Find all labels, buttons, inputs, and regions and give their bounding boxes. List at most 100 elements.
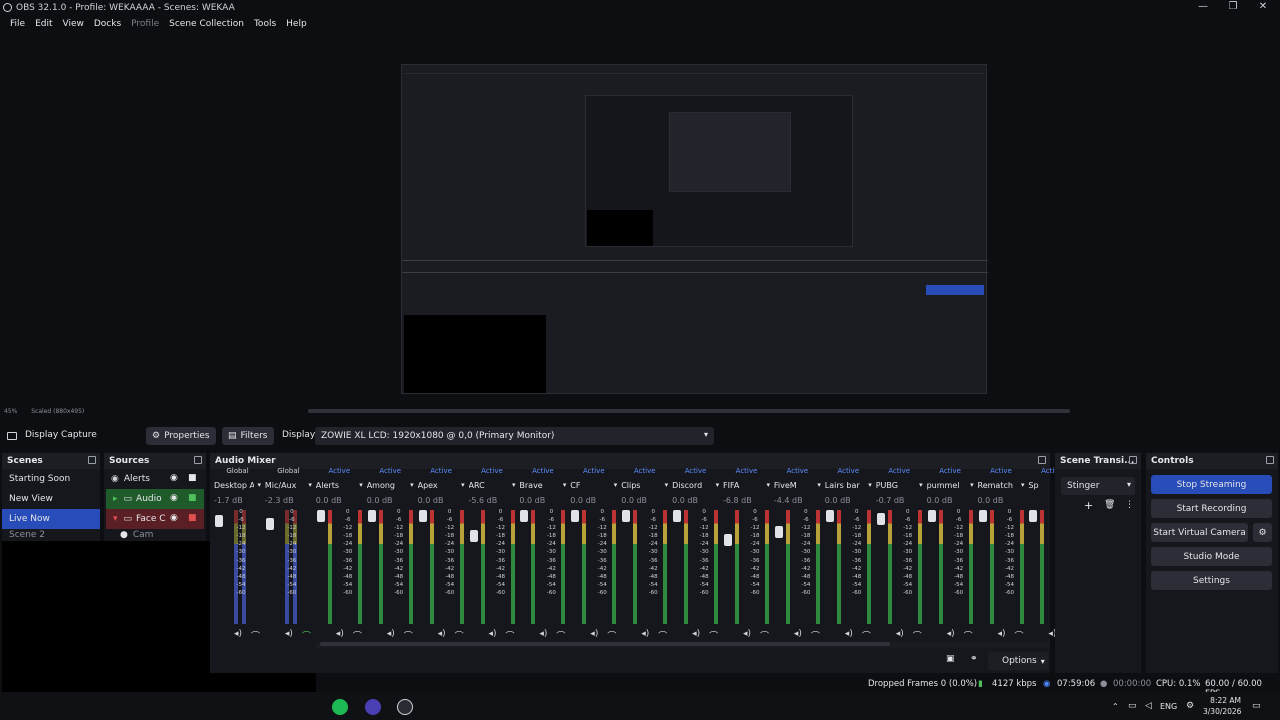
volume-slider[interactable] <box>978 510 987 624</box>
chevron-down-icon[interactable]: ▾ <box>257 481 261 489</box>
menu-file[interactable]: File <box>5 19 30 29</box>
app-icon[interactable] <box>365 699 381 715</box>
speaker-icon[interactable]: ◂) <box>743 629 751 642</box>
maximize-button[interactable]: ❐ <box>1218 0 1248 14</box>
menu-profile[interactable]: Profile <box>126 19 164 29</box>
volume-slider[interactable] <box>774 510 783 624</box>
speaker-icon[interactable]: ◂) <box>387 629 395 642</box>
volume-slider[interactable] <box>520 510 529 624</box>
chevron-down-icon[interactable]: ▾ <box>461 481 465 489</box>
menu-help[interactable]: Help <box>281 19 312 29</box>
source-group[interactable]: ▾ ▭ Face C ◉ ■ <box>106 509 204 529</box>
scene-item[interactable]: New View <box>2 489 100 509</box>
float-icon[interactable] <box>88 456 96 464</box>
spotify-icon[interactable] <box>332 699 348 715</box>
headphones-icon[interactable]: ⌒ <box>455 629 464 642</box>
headphones-icon[interactable]: ⌒ <box>353 629 362 642</box>
slider-knob[interactable] <box>673 510 682 522</box>
scene-item-selected[interactable]: Live Now <box>2 509 100 529</box>
headphones-icon[interactable]: ⌒ <box>862 629 871 642</box>
speaker-icon[interactable]: ◂) <box>590 629 598 642</box>
network-icon[interactable]: ▭ <box>1128 701 1137 711</box>
transition-select[interactable]: Stinger ▾ <box>1061 477 1135 495</box>
speaker-icon[interactable]: ◂) <box>845 629 853 642</box>
chevron-down-icon[interactable]: ▾ <box>410 481 414 489</box>
more-icon[interactable]: ⋮ <box>1125 500 1134 510</box>
float-icon[interactable] <box>1266 456 1274 464</box>
headphones-icon[interactable]: ⌒ <box>760 629 769 642</box>
headphones-icon[interactable]: ⌒ <box>964 629 973 642</box>
speaker-icon[interactable]: ◂) <box>896 629 904 642</box>
start-recording-button[interactable]: Start Recording <box>1151 499 1272 518</box>
headphones-icon[interactable]: ⌒ <box>913 629 922 642</box>
volume-slider[interactable] <box>1029 510 1038 624</box>
slider-knob[interactable] <box>265 518 274 531</box>
slider-knob[interactable] <box>825 510 834 522</box>
slider-knob[interactable] <box>316 510 325 522</box>
scene-item[interactable]: Scene 2 <box>2 529 100 541</box>
slider-knob[interactable] <box>367 510 376 522</box>
chevron-down-icon[interactable]: ▾ <box>512 481 516 489</box>
trash-icon[interactable]: 🗑 <box>1104 500 1115 510</box>
float-icon[interactable] <box>1038 456 1046 464</box>
layout-icon[interactable]: ▣ <box>946 654 955 664</box>
chevron-down-icon[interactable]: ▾ <box>359 481 363 489</box>
chevron-down-icon[interactable]: ▾ <box>665 481 669 489</box>
speaker-icon[interactable]: ◂) <box>641 629 649 642</box>
volume-slider[interactable] <box>622 510 631 624</box>
speaker-icon[interactable]: ◂) <box>692 629 700 642</box>
headphones-icon[interactable]: ⌒ <box>404 629 413 642</box>
headphones-icon[interactable]: ⌒ <box>251 629 260 642</box>
start-virtual-camera-button[interactable]: Start Virtual Camera <box>1151 523 1248 542</box>
headphones-icon[interactable]: ⌒ <box>506 629 515 642</box>
headphones-icon[interactable]: ⌒ <box>811 629 820 642</box>
headphones-icon[interactable]: ⌒ <box>658 629 667 642</box>
slider-knob[interactable] <box>418 510 427 522</box>
scene-item[interactable]: Starting Soon <box>2 469 100 489</box>
source-group[interactable]: ▸ ▭ Audio ◉ ■ <box>106 489 204 509</box>
lock-icon[interactable]: ■ <box>188 493 197 503</box>
slider-knob[interactable] <box>622 510 631 522</box>
speaker-icon[interactable]: ◂) <box>438 629 446 642</box>
slider-knob[interactable] <box>876 513 885 526</box>
clock-date[interactable]: 3/30/2026 <box>1203 707 1241 716</box>
speaker-icon[interactable]: ◂) <box>336 629 344 642</box>
close-button[interactable]: ✕ <box>1248 0 1278 14</box>
source-item[interactable]: ● Cam <box>104 529 206 541</box>
speaker-icon[interactable]: ◂) <box>285 629 293 642</box>
properties-button[interactable]: ⚙ Properties <box>146 427 216 445</box>
chevron-right-icon[interactable]: ▸ <box>113 494 118 504</box>
source-item[interactable]: ◉ Alerts ◉ ■ <box>104 469 206 489</box>
volume-slider[interactable] <box>876 510 885 624</box>
slider-knob[interactable] <box>571 510 580 522</box>
chevron-down-icon[interactable]: ▾ <box>868 481 872 489</box>
display-select[interactable]: ZOWIE XL LCD: 1920x1080 @ 0,0 (Primary M… <box>315 427 714 445</box>
studio-mode-button[interactable]: Studio Mode <box>1151 547 1272 566</box>
headphones-icon[interactable]: ⌒ <box>709 629 718 642</box>
slider-knob[interactable] <box>927 510 936 522</box>
speaker-icon[interactable]: ◂) <box>998 629 1006 642</box>
float-icon[interactable] <box>1129 456 1137 464</box>
volume-slider[interactable] <box>265 510 274 624</box>
minimize-button[interactable]: — <box>1188 0 1218 14</box>
chevron-down-icon[interactable]: ▾ <box>614 481 618 489</box>
mixer-scrollbar[interactable] <box>316 642 1050 648</box>
headphones-icon[interactable]: ⌒ <box>302 629 311 642</box>
volume-slider[interactable] <box>418 510 427 624</box>
menu-tools[interactable]: Tools <box>249 19 281 29</box>
menu-docks[interactable]: Docks <box>89 19 126 29</box>
chevron-down-icon[interactable]: ▾ <box>563 481 567 489</box>
chevron-down-icon[interactable]: ▾ <box>970 481 974 489</box>
chevron-down-icon[interactable]: ▾ <box>817 481 821 489</box>
menu-scene-collection[interactable]: Scene Collection <box>164 19 249 29</box>
eye-icon[interactable]: ◉ <box>170 513 178 523</box>
speaker-icon[interactable]: ◂) <box>489 629 497 642</box>
chevron-down-icon[interactable]: ▾ <box>308 481 312 489</box>
filters-button[interactable]: ▤ Filters <box>222 427 274 445</box>
stop-streaming-button[interactable]: Stop Streaming <box>1151 475 1272 494</box>
chevron-up-icon[interactable]: ⌃ <box>1112 702 1119 711</box>
speaker-icon[interactable]: ◂) <box>539 629 547 642</box>
headphones-icon[interactable]: ⌒ <box>1015 629 1024 642</box>
slider-knob[interactable] <box>1029 510 1038 522</box>
virtual-camera-gear-icon[interactable]: ⚙ <box>1253 523 1272 542</box>
